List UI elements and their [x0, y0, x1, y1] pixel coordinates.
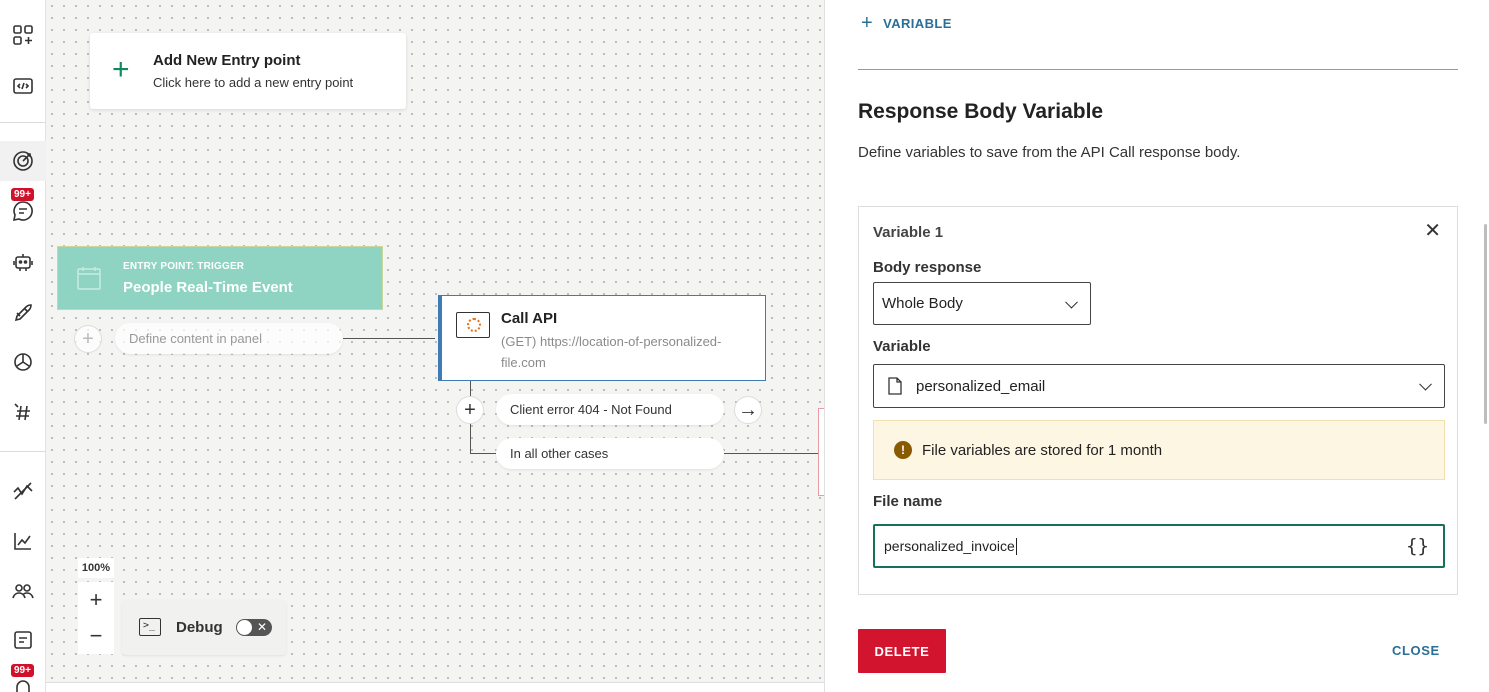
file-name-value: personalized_invoice [884, 538, 1015, 554]
grid-plus-icon[interactable] [0, 15, 46, 55]
plus-icon: + [861, 12, 874, 34]
file-name-label: File name [873, 493, 943, 510]
close-button[interactable]: CLOSE [1392, 643, 1440, 658]
text-caret [1015, 537, 1017, 555]
entry-card-subtitle: Click here to add a new entry point [153, 75, 354, 90]
body-response-select[interactable]: Whole Body [873, 282, 1091, 325]
panel-title: Response Body Variable [858, 100, 1104, 123]
code-icon[interactable] [0, 66, 46, 106]
terminal-icon: >_ [139, 618, 161, 636]
debug-toggle[interactable]: ✕ [236, 619, 272, 636]
chart-icon[interactable] [0, 521, 46, 561]
connector-line [724, 453, 818, 454]
rail-divider [0, 122, 46, 123]
variable-card-heading: Variable 1 [873, 224, 944, 241]
people-icon[interactable] [0, 571, 46, 611]
add-variable-button[interactable]: + VARIABLE [861, 12, 952, 34]
toggle-knob [237, 620, 252, 635]
zoom-level: 100% [78, 558, 114, 578]
add-entry-point-card[interactable]: + Add New Entry point Click here to add … [90, 33, 406, 109]
arrow-right-icon[interactable]: → [734, 396, 762, 424]
delete-button[interactable]: DELETE [858, 629, 946, 673]
branch-pill-other[interactable]: In all other cases [496, 438, 724, 469]
insert-variable-icon[interactable]: {} [1406, 535, 1429, 557]
robot-icon[interactable] [0, 242, 46, 282]
rail-divider [0, 451, 46, 452]
settings-panel: + VARIABLE Response Body Variable Define… [824, 0, 1489, 692]
debug-panel: >_ Debug ✕ [122, 600, 286, 655]
file-name-input[interactable]: personalized_invoice {} [873, 524, 1445, 568]
zoom-out-button[interactable]: − [78, 618, 114, 654]
left-nav-rail: 99+ 99+ [0, 0, 46, 692]
zoom-controls: 100% + − [78, 558, 114, 656]
chevron-down-icon [1065, 295, 1078, 309]
trigger-node[interactable]: ENTRY POINT: TRIGGER People Real-Time Ev… [57, 246, 383, 310]
section-divider [858, 69, 1458, 70]
variable-label: Variable [873, 338, 931, 355]
trigger-kicker: ENTRY POINT: TRIGGER [123, 261, 245, 272]
entry-card-title: Add New Entry point [153, 52, 301, 69]
body-response-label: Body response [873, 259, 982, 276]
messages-badge: 99+ [11, 188, 34, 201]
chevron-down-icon [1419, 377, 1432, 391]
list-icon[interactable] [0, 620, 46, 660]
panel-description: Define variables to save from the API Ca… [858, 144, 1241, 161]
rocket-icon[interactable] [0, 293, 46, 333]
storage-warning: ! File variables are stored for 1 month [873, 420, 1445, 480]
api-gear-icon [456, 312, 490, 338]
connector-line [343, 338, 435, 339]
plus-icon: + [112, 53, 130, 86]
add-variable-label: VARIABLE [883, 15, 952, 31]
close-icon[interactable]: ✕ [1424, 221, 1441, 241]
warning-text: File variables are stored for 1 month [922, 441, 1163, 459]
file-icon [888, 377, 902, 395]
toggle-off-icon: ✕ [256, 620, 267, 634]
canvas-bottom-bar [46, 682, 824, 692]
hash-icon[interactable] [0, 392, 46, 432]
body-response-value: Whole Body [882, 295, 963, 312]
api-node-title: Call API [501, 310, 558, 327]
debug-label: Debug [176, 619, 223, 636]
add-branch-button[interactable]: + [456, 396, 484, 424]
warning-icon: ! [894, 441, 912, 459]
branch-pill-404[interactable]: Client error 404 - Not Found [496, 394, 724, 425]
api-node-url: (GET) https://location-of-personalized-f… [501, 334, 722, 370]
add-step-button[interactable]: + [74, 325, 102, 353]
zoom-in-button[interactable]: + [78, 582, 114, 618]
panel-scrollbar[interactable] [1484, 224, 1487, 424]
branch-line [470, 453, 498, 454]
variable-value: personalized_email [916, 377, 1046, 395]
activity-icon[interactable] [0, 471, 46, 511]
variable-select[interactable]: personalized_email [873, 364, 1445, 408]
variable-card: Variable 1 ✕ Body response Whole Body Va… [858, 206, 1458, 595]
define-content-pill[interactable]: Define content in panel [115, 323, 343, 354]
openai-icon[interactable] [0, 342, 46, 382]
notifications-badge: 99+ [11, 664, 34, 677]
call-api-node[interactable]: Call API (GET) https://location-of-perso… [438, 295, 766, 381]
trigger-title: People Real-Time Event [123, 279, 293, 296]
target-icon[interactable] [0, 141, 46, 181]
calendar-icon [76, 265, 102, 291]
